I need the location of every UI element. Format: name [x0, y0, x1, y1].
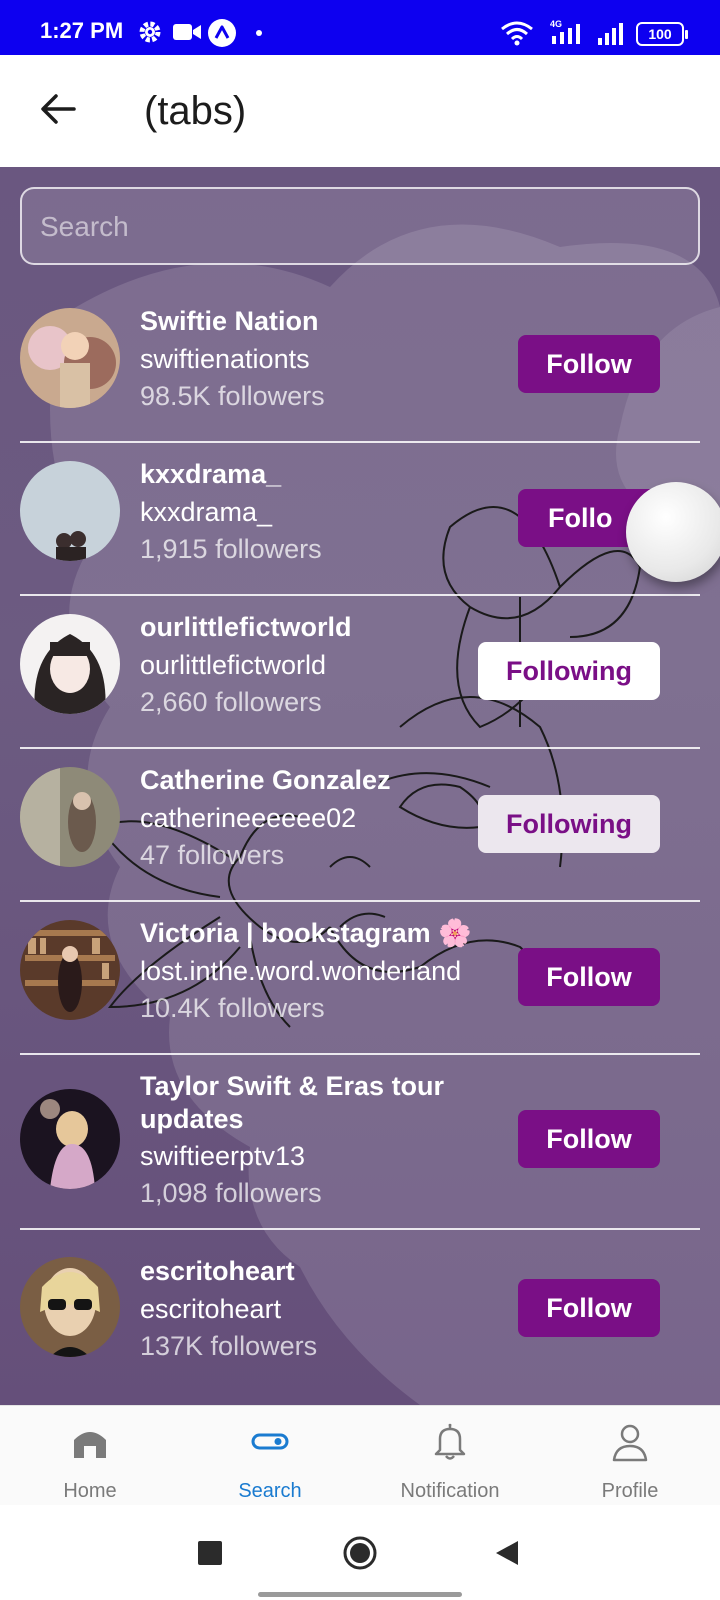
search-results-panel: Swiftie Nation swiftienationts 98.5K fol…	[0, 167, 720, 1405]
more-dot-icon	[256, 30, 262, 36]
avatar-taylor-swift-eras[interactable]	[20, 1089, 120, 1189]
search-input[interactable]	[40, 207, 680, 247]
signal-4g-icon: 4G	[550, 19, 580, 44]
tab-label: Profile	[601, 1480, 659, 1502]
tab-profile[interactable]: Profile	[540, 1406, 720, 1506]
home-circle-icon[interactable]	[342, 1535, 378, 1571]
app-header: (tabs)	[0, 55, 720, 167]
following-button[interactable]: Following	[478, 642, 660, 700]
app-notification-icon	[208, 19, 236, 47]
search-icon	[251, 1433, 289, 1450]
back-triangle-icon[interactable]	[494, 1539, 520, 1567]
tab-search[interactable]: Search	[180, 1406, 360, 1506]
row-divider	[20, 900, 700, 902]
user-handle: swiftieerptv13	[140, 1141, 306, 1171]
following-button[interactable]: Following	[478, 795, 660, 853]
status-bar: 1:27 PM 4G 100	[0, 0, 720, 55]
network-type-label: 4G	[550, 19, 562, 29]
user-handle: swiftienationts	[140, 344, 310, 374]
recent-apps-icon[interactable]	[198, 1541, 222, 1565]
user-handle: escritoheart	[140, 1294, 282, 1324]
wifi-icon	[501, 21, 533, 46]
search-box	[20, 187, 700, 265]
follow-button[interactable]: Follow	[518, 948, 660, 1006]
user-name[interactable]: ourlittlefictworld	[140, 611, 352, 644]
video-camera-icon	[173, 24, 201, 40]
person-icon	[612, 1424, 648, 1462]
follow-button[interactable]: Follow	[518, 335, 660, 393]
user-handle: ourlittlefictworld	[140, 650, 327, 680]
tab-notification[interactable]: Notification	[360, 1406, 540, 1506]
battery-indicator: 100	[636, 22, 688, 46]
floating-assistive-button[interactable]	[626, 482, 720, 582]
back-arrow-icon[interactable]	[34, 85, 82, 133]
tab-label: Search	[238, 1480, 302, 1502]
follower-count: 137K followers	[140, 1331, 318, 1361]
row-divider	[20, 747, 700, 749]
signal-bars-icon	[598, 23, 623, 45]
user-name[interactable]: Catherine Gonzalez	[140, 764, 391, 797]
avatar-escritoheart[interactable]	[20, 1257, 120, 1357]
avatar-kxxdrama[interactable]	[20, 461, 120, 561]
status-time: 1:27 PM	[40, 18, 124, 43]
settings-gear-icon	[139, 21, 161, 43]
avatar-swiftie-nation[interactable]	[20, 308, 120, 408]
system-navigation-bar	[0, 1505, 720, 1600]
tab-label: Home	[63, 1480, 117, 1502]
tab-home[interactable]: Home	[0, 1406, 180, 1506]
gesture-bar[interactable]	[258, 1592, 462, 1597]
user-name[interactable]: Swiftie Nation	[140, 305, 319, 338]
user-name[interactable]: escritoheart	[140, 1255, 295, 1288]
user-name[interactable]: Victoria | bookstagram 🌸	[140, 917, 472, 950]
avatar-victoria-bookstagram[interactable]	[20, 920, 120, 1020]
follow-button[interactable]: Follow	[518, 1110, 660, 1168]
follower-count: 10.4K followers	[140, 993, 325, 1023]
follower-count: 2,660 followers	[140, 687, 322, 717]
user-name[interactable]: kxxdrama_	[140, 458, 281, 491]
avatar-catherine-gonzalez[interactable]	[20, 767, 120, 867]
row-divider	[20, 594, 700, 596]
user-handle: kxxdrama_	[140, 497, 273, 527]
user-handle: catherineeeeee02	[140, 803, 357, 833]
follower-count: 98.5K followers	[140, 381, 325, 411]
user-name[interactable]: Taylor Swift & Eras tour updates	[140, 1070, 470, 1136]
page-title: (tabs)	[144, 89, 247, 133]
avatar-ourlittlefictworld[interactable]	[20, 614, 120, 714]
home-icon	[74, 1432, 106, 1458]
user-handle: lost.inthe.word.wonderland	[140, 956, 462, 986]
follower-count: 47 followers	[140, 840, 285, 870]
follow-button[interactable]: Follow	[518, 1279, 660, 1337]
row-divider	[20, 1228, 700, 1230]
bottom-navigation: Home Search Notification Profile	[0, 1405, 720, 1505]
bell-icon	[434, 1423, 466, 1460]
follower-count: 1,915 followers	[140, 534, 322, 564]
row-divider	[20, 1053, 700, 1055]
tab-label: Notification	[400, 1480, 500, 1502]
follower-count: 1,098 followers	[140, 1178, 322, 1208]
row-divider	[20, 441, 700, 443]
